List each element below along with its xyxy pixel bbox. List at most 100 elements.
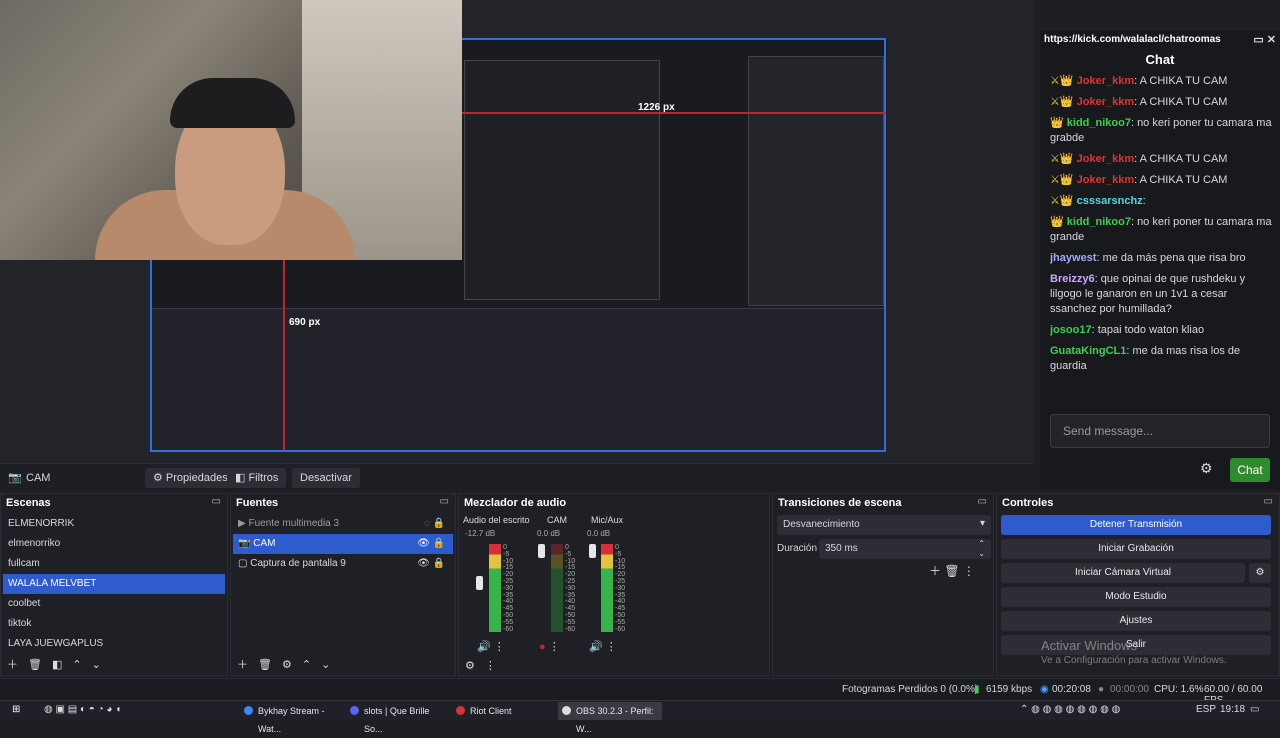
spinner-icon[interactable]: ⌃ ⌄ <box>978 539 985 559</box>
taskbar-obs-task[interactable]: OBS 30.2.3 - Perfil: W... <box>558 702 662 734</box>
source-item[interactable]: ▢ Captura de pantalla 9 👁 🔒 <box>233 554 453 574</box>
source-item[interactable]: 📷 CAM 👁 🔒 <box>233 534 453 554</box>
start-recording-button[interactable]: Iniciar Grabación <box>1001 539 1271 559</box>
transition-select[interactable]: Desvanecimiento ▾ <box>777 515 991 535</box>
chat-username[interactable]: GuataKingCL1 <box>1050 345 1126 357</box>
source-label: CAM <box>253 538 276 549</box>
channel-db: 0.0 dB <box>537 529 561 538</box>
chat-username[interactable]: Joker_kkm <box>1077 96 1135 108</box>
speaker-icon[interactable]: 🔊 ⋮ <box>589 640 617 653</box>
stop-streaming-button[interactable]: Detener Transmisión <box>1001 515 1271 535</box>
chat-username[interactable]: josoo17 <box>1050 324 1092 336</box>
chat-username[interactable]: Joker_kkm <box>1077 153 1135 165</box>
scale-tick: -35 <box>615 591 626 599</box>
undock-icon[interactable]: ▭ <box>1264 496 1273 507</box>
volume-fader[interactable] <box>589 544 596 558</box>
scale-tick: -15 <box>565 564 576 572</box>
undock-icon[interactable]: ▭ <box>212 496 221 507</box>
language-indicator[interactable]: ESP <box>1196 704 1216 715</box>
taskbar-discord-task[interactable]: slots | Que Brille So... <box>346 702 444 734</box>
move-up-icon[interactable]: ⌃ <box>302 659 311 671</box>
visibility-eye-icon[interactable]: 👁 🔒 <box>417 534 445 554</box>
chat-username[interactable]: Joker_kkm <box>1077 174 1135 186</box>
chat-username[interactable]: Joker_kkm <box>1077 75 1135 87</box>
badge-icon: ⚔👑 <box>1050 174 1074 186</box>
scale-tick: -20 <box>615 571 626 579</box>
filters-button[interactable]: ◧ Filtros <box>227 468 287 488</box>
properties-label: Propiedades <box>165 472 228 484</box>
chat-popout-window: https://kick.com/walalacl/chatroomas ▭ ✕… <box>1040 30 1280 490</box>
undock-icon[interactable]: ▭ <box>440 496 449 507</box>
chat-message: Breizzy6: que opinai de que rushdeku y l… <box>1050 272 1275 317</box>
scene-item[interactable]: coolbet <box>3 594 225 614</box>
taskbar-browser-task[interactable]: Bykhay Stream - Wat... <box>240 702 338 734</box>
scene-item[interactable]: fullcam <box>3 554 225 574</box>
move-down-icon[interactable]: ⌄ <box>321 659 330 671</box>
scenes-list: ELMENORRIK elmenorriko fullcam WALALA MELVB… <box>3 514 225 654</box>
studio-mode-button[interactable]: Modo Estudio <box>1001 587 1271 607</box>
settings-button[interactable]: Ajustes <box>1001 611 1271 631</box>
speaker-icon[interactable]: 🔊 ⋮ <box>477 640 505 653</box>
scene-item[interactable]: LAYA JUEWGAPLUS <box>3 634 225 654</box>
scene-item[interactable]: ELMENORRIK <box>3 514 225 534</box>
delete-transition-icon[interactable]: 🗑 <box>944 564 963 578</box>
task-label: OBS 30.2.3 - Perfil: W... <box>576 706 654 734</box>
start-virtual-camera-button[interactable]: Iniciar Cámara Virtual <box>1001 563 1245 583</box>
record-icon: ● <box>1098 684 1105 695</box>
chat-username[interactable]: csssarsnchz <box>1077 195 1143 207</box>
scale-tick: 0 <box>615 544 619 551</box>
transitions-title: Transiciones de escena <box>778 497 902 509</box>
taskbar-riot-task[interactable]: Riot Client <box>452 702 550 720</box>
undock-icon[interactable]: ▭ <box>978 496 987 507</box>
scene-item[interactable]: elmenorriko <box>3 534 225 554</box>
add-scene-icon[interactable]: ＋ <box>7 659 18 671</box>
clock[interactable]: 19:18 <box>1220 704 1245 715</box>
volume-fader[interactable] <box>476 576 483 590</box>
chat-window-controls-icon[interactable]: ▭ ✕ <box>1253 33 1276 46</box>
deactivate-button[interactable]: Desactivar <box>292 468 360 488</box>
move-up-icon[interactable]: ⌃ <box>72 659 81 671</box>
scene-item[interactable]: tiktok <box>3 614 225 634</box>
chat-username[interactable]: kidd_nikoo7 <box>1067 117 1131 129</box>
chat-send-button[interactable]: Chat <box>1230 458 1270 482</box>
bitrate: 6159 kbps <box>986 684 1033 695</box>
mixer-menu-icon[interactable]: ⋮ <box>485 660 496 672</box>
visibility-hidden-icon[interactable]: ◌ 🔒 <box>424 514 445 534</box>
chat-send-input[interactable]: Send message... <box>1050 414 1270 448</box>
muted-icon[interactable]: ● ⋮ <box>539 640 570 653</box>
transition-menu-icon[interactable]: ⋮ <box>963 564 975 578</box>
properties-button[interactable]: ⚙ Propiedades <box>145 468 236 488</box>
duration-label: Duración <box>777 543 818 554</box>
channel-db: 0.0 dB <box>587 529 611 538</box>
scale-tick: -30 <box>503 584 514 592</box>
scale-tick: -10 <box>565 557 576 565</box>
add-transition-icon[interactable]: ＋ <box>929 564 944 578</box>
delete-scene-icon[interactable]: 🗑 <box>28 659 42 671</box>
chat-username[interactable]: kidd_nikoo7 <box>1067 216 1131 228</box>
scale-tick: -55 <box>615 618 626 626</box>
source-properties-icon[interactable]: ⚙ <box>282 659 292 671</box>
scene-item[interactable]: WALALA MELVBET <box>3 574 225 594</box>
move-down-icon[interactable]: ⌄ <box>92 659 101 671</box>
visibility-eye-icon[interactable]: 👁 🔒 <box>417 554 445 574</box>
add-source-icon[interactable]: ＋ <box>237 659 248 671</box>
chat-settings-gear-icon[interactable]: ⚙ <box>1200 460 1213 477</box>
source-item[interactable]: ▶ Fuente multimedia 3 ◌ 🔒 <box>233 514 453 534</box>
advanced-audio-icon[interactable]: ⚙ <box>465 660 475 672</box>
volume-fader[interactable] <box>538 544 545 558</box>
delete-source-icon[interactable]: 🗑 <box>258 659 272 671</box>
virtual-camera-settings-gear-icon[interactable]: ⚙ <box>1249 563 1271 583</box>
tray-icons[interactable]: ⌃ ◍ ◍ ◍ ◍ ◍ ◍ ◍ ◍ <box>1020 704 1120 715</box>
scale-tick: 0 <box>565 544 569 551</box>
program-preview[interactable]: 1226 px 690 px <box>0 0 1034 462</box>
windows-start-icon[interactable]: ⊞ <box>12 704 20 715</box>
duration-input[interactable]: 350 ms ⌃ ⌄ <box>819 539 991 559</box>
chat-username[interactable]: jhaywest <box>1050 252 1096 264</box>
watermark-line1: Activar Windows <box>1041 638 1138 653</box>
badge-icon: ⚔👑 <box>1050 75 1074 87</box>
notifications-icon[interactable]: ▭ <box>1250 704 1259 715</box>
source-label: Fuente multimedia 3 <box>248 518 340 529</box>
pinned-apps-icons[interactable]: ◍ ▣ ▤ ◐ ◓ ◔ ◕ ◖ <box>44 704 121 715</box>
chat-username[interactable]: Breizzy6 <box>1050 273 1095 285</box>
scene-filters-icon[interactable]: ◧ <box>52 659 62 671</box>
